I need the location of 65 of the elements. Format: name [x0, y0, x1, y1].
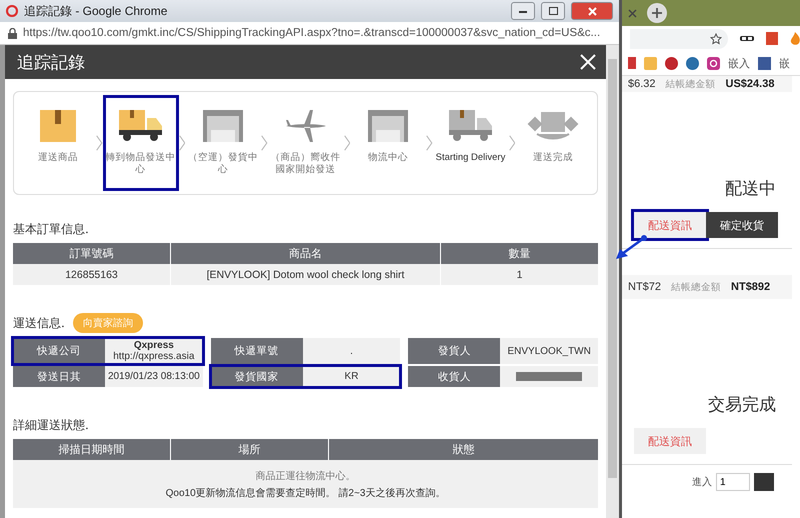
total-label: 結帳總金額 [671, 280, 722, 294]
status-message: 商品正運往物流中心。 [256, 470, 356, 482]
courier-link[interactable]: http://qxpress.asia [113, 351, 194, 362]
total-amount: NT$892 [731, 281, 770, 293]
amount-text: $6.32 [628, 78, 656, 90]
scrollbar[interactable] [606, 45, 619, 518]
plus-icon [652, 8, 662, 18]
total-amount: US$24.38 [726, 78, 774, 90]
quantity-input[interactable]: 1 [716, 473, 750, 491]
maximize-icon [548, 7, 558, 15]
close-button[interactable] [571, 2, 613, 20]
column-header: 掃描日期時間 [13, 439, 170, 460]
table-cell: 126855163 [13, 264, 170, 285]
order-action-button[interactable]: 確定收貨 [706, 212, 778, 238]
field-value: . [302, 338, 400, 364]
step-label: 運送完成 [532, 152, 574, 164]
field-label: 快遞公司 [13, 338, 105, 364]
column-header: 數量 [441, 243, 598, 264]
step-label: Starting Delivery [436, 152, 506, 164]
column-header: 狀態 [329, 439, 598, 460]
column-header: 商品名 [171, 243, 440, 264]
annotation-arrow [614, 234, 648, 262]
dialog-title: 追踪記錄 [17, 52, 85, 74]
field-value: KR [302, 366, 400, 387]
field-label: 發貨人 [408, 338, 500, 364]
instagram-icon[interactable] [707, 56, 720, 70]
quantity-label: 進入 [692, 476, 712, 489]
facebook-icon[interactable] [758, 56, 771, 70]
minimize-button[interactable] [511, 2, 535, 20]
field-value: ENVYLOOK_TWN [500, 338, 598, 364]
table-cell: [ENVYLOOK] Dotom wool check long shirt [171, 264, 440, 285]
close-icon [588, 6, 596, 16]
window-title: 追踪記錄 - Google Chrome [24, 2, 168, 20]
section-title: 運送信息. [13, 314, 65, 332]
order-status: 配送中 [724, 178, 777, 200]
bookmark-label[interactable]: 嵌入 [728, 56, 750, 70]
bookmark-icon[interactable] [665, 56, 678, 70]
amount-text: NT$72 [628, 281, 662, 293]
lock-icon [8, 28, 17, 38]
field-label: 發貨國家 [210, 366, 303, 387]
step-label: 物流中心 [367, 152, 409, 164]
step-label: （商品）嚮收件國家開始發送 [270, 152, 340, 176]
field-value: 2019/01/23 08:13:00 [105, 366, 203, 387]
step-label: 運送商品 [37, 152, 79, 164]
section-title: 基本訂單信息. [13, 221, 89, 238]
table-cell: 1 [441, 264, 598, 285]
total-label: 結帳總金額 [666, 78, 716, 90]
bookmark-icon[interactable] [686, 56, 699, 70]
bookmark-label[interactable]: 嵌 [779, 56, 790, 70]
app-logo-icon [6, 5, 18, 17]
courier-name: Qxpress [134, 340, 174, 351]
field-label: 快遞單號 [210, 338, 303, 364]
column-header: 訂單號碼 [13, 243, 170, 264]
close-icon[interactable] [580, 54, 596, 70]
order-status: 交易完成 [707, 394, 777, 416]
minimize-icon [519, 10, 527, 12]
field-label: 發送日其 [13, 366, 105, 387]
new-tab-button[interactable] [647, 3, 667, 23]
star-icon[interactable] [710, 32, 722, 44]
section-title: 詳細運送狀態. [13, 417, 89, 434]
column-header: 場所 [171, 439, 328, 460]
maximize-button[interactable] [541, 2, 565, 20]
step-label: （空運）發貨中心 [188, 152, 258, 176]
field-label: 收貨人 [408, 366, 500, 387]
status-message: Qoo10更新物流信息會需要查定時間。 請2~3天之後再次查詢。 [166, 486, 446, 500]
